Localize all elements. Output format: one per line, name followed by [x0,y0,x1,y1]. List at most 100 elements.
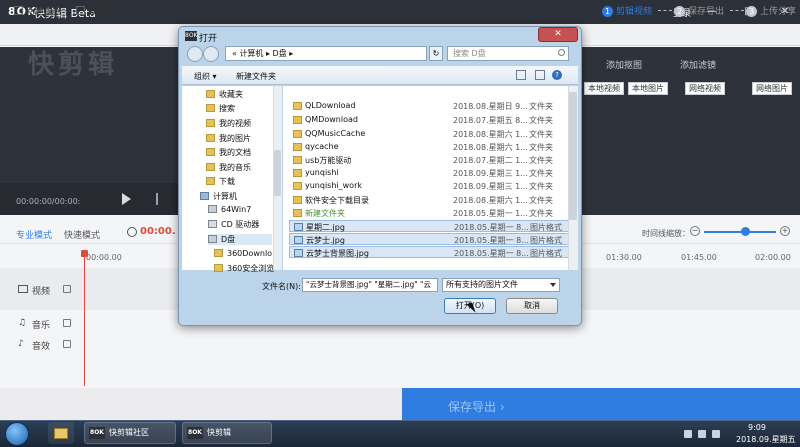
folder-icon [76,6,85,15]
file-row[interactable]: usb万能驱动 2018.07.星期二 1... 文件夹 [289,154,571,166]
online-video-button[interactable]: 网络视频 [685,82,725,95]
chevron-down-icon[interactable] [550,283,556,287]
taskbar-task-community[interactable]: 8OK 快剪辑社区 [84,422,176,444]
file-row[interactable]: QLDownload 2018.08.星期日 9... 文件夹 [289,100,571,112]
file-scrollbar-thumb[interactable] [569,92,577,220]
new-folder-button[interactable]: 新建文件夹 [236,71,276,82]
refresh-icon[interactable]: ↻ [429,46,443,61]
forward-arrow-icon[interactable] [203,46,219,62]
file-row[interactable]: yunqishi_work 2018.09.星期三 1... 文件夹 [289,180,571,192]
tray-network-icon[interactable] [684,430,692,438]
playhead-handle[interactable] [81,250,88,257]
nav-item-my-pictures[interactable]: 我的图片 [206,133,251,144]
clock-date[interactable]: 2018.09.星期五 [736,434,796,445]
nav-item-label: 我的图片 [219,134,251,143]
file-row[interactable]: 软件安全下载目录 2018.08.星期六 1... 文件夹 [289,194,571,206]
tray-volume-icon[interactable] [698,430,706,438]
file-row[interactable]: QQMusicCache 2018.08.星期六 1... 文件夹 [289,128,571,140]
video-track-icon [18,285,28,293]
nav-item-my-music[interactable]: 我的音乐 [206,162,251,173]
file-row[interactable]: yunqishi 2018.09.星期三 1... 文件夹 [289,167,571,179]
play-icon[interactable] [122,193,131,205]
step-edit-video[interactable]: 1 剪辑视频 [602,4,652,17]
view-options-icon[interactable] [516,70,526,80]
next-frame-icon[interactable] [156,193,166,205]
folder-icon [206,90,215,98]
file-type: 文件夹 [529,209,553,218]
add-filter-link[interactable]: 添加滤镜 [680,58,716,71]
search-input[interactable]: 搜索 D盘 [447,46,569,61]
address-bar[interactable]: « 计算机 ▸ D盘 ▸ [225,46,427,61]
organize-menu[interactable]: 组织 ▾ [194,71,217,82]
back-arrow-icon[interactable] [187,46,203,62]
add-cutout-link[interactable]: 添加抠图 [606,58,642,71]
zoom-slider-handle[interactable] [741,227,750,236]
app-icon: 8OK [187,427,203,439]
sfx-track[interactable] [0,334,800,352]
preview-pane-icon[interactable] [535,70,545,80]
step-number: 3 [746,6,757,17]
ruler-tick: 01:30.00 [606,253,642,262]
volume-icon[interactable] [63,340,71,348]
local-video-button[interactable]: 本地视频 [584,82,624,95]
nav-item-favorites[interactable]: 收藏夹 [206,89,243,100]
dialog-close-button[interactable]: ✕ [538,27,578,42]
folder-icon [206,177,215,185]
playhead[interactable] [84,252,85,386]
step-number: 2 [674,6,685,17]
clock-time[interactable]: 9:09 [748,423,766,432]
nav-scrollbar-thumb[interactable] [274,150,281,196]
file-type: 文件夹 [529,182,553,191]
file-row-selected[interactable]: 云梦士背景图.jpg 2018.05.星期一 8... 图片格式 [289,246,571,258]
file-row[interactable]: qycache 2018.08.星期六 1... 文件夹 [289,141,571,153]
local-image-button[interactable]: 本地图片 [628,82,668,95]
tray-flag-icon[interactable] [712,430,720,438]
taskbar-task-editor[interactable]: 8OK 快剪辑 [182,422,272,444]
timecode: 00:00. [140,226,176,237]
pro-mode-tab[interactable]: 专业模式 [16,228,52,241]
step-upload-share[interactable]: 3 上传分享 [746,4,796,17]
nav-item-drive-c[interactable]: 64Win7 [208,205,251,214]
nav-item-cd-drive[interactable]: CD 驱动器 [208,219,259,230]
nav-item-search[interactable]: 搜索 [206,103,235,114]
nav-item-my-documents[interactable]: 我的文档 [206,147,251,158]
my-projects-button[interactable]: 我的项目 [76,4,124,17]
fast-mode-tab[interactable]: 快速模式 [64,228,100,241]
search-icon[interactable] [558,49,565,56]
file-row[interactable]: QMDownload 2018.07.星期五 8... 文件夹 [289,114,571,126]
filename-input[interactable]: "云梦士背景图.jpg" "星期二.jpg" "云 [302,278,438,292]
file-date: 2018.05.星期一 8... [454,249,529,258]
file-row-selected[interactable]: 星期二.jpg 2018.05.星期一 8... 图片格式 [289,220,571,232]
file-row-selected[interactable]: 云梦士.jpg 2018.05.星期一 8... 图片格式 [289,233,571,245]
file-name: QQMusicCache [305,129,366,138]
drive-icon [208,205,217,213]
volume-icon[interactable] [63,319,71,327]
nav-item-360download[interactable]: 360Downlo [214,249,272,258]
folder-icon [293,156,302,164]
online-image-button[interactable]: 网络图片 [752,82,792,95]
nav-item-my-videos[interactable]: 我的视频 [206,118,251,129]
zoom-in-icon[interactable]: + [780,226,790,236]
file-name: 新建文件夹 [305,209,345,218]
nav-item-360browser[interactable]: 360安全浏览 [214,263,274,274]
nav-item-label: CD 驱动器 [221,220,260,229]
start-button-icon[interactable] [5,422,29,446]
folder-icon [214,264,223,272]
zoom-slider[interactable] [704,231,776,233]
clock-icon [127,227,137,237]
help-icon[interactable]: ? [552,70,562,80]
cancel-button[interactable]: 取消 [506,298,558,314]
video-track-label: 视频 [32,287,51,297]
file-date: 2018.09.星期三 1... [453,182,528,191]
new-project-button[interactable]: 新建项目 [14,4,62,17]
filetype-select[interactable]: 所有支持的图片文件 [442,278,560,292]
zoom-out-icon[interactable]: − [690,226,700,236]
image-file-icon [294,236,303,244]
nav-item-downloads[interactable]: 下载 [206,176,235,187]
nav-item-drive-d[interactable]: D盘 [208,234,272,245]
volume-icon[interactable] [63,285,71,293]
file-row[interactable]: 新建文件夹 2018.05.星期一 1... 文件夹 [289,207,571,219]
nav-item-computer[interactable]: 计算机 [200,191,237,202]
file-name: usb万能驱动 [305,156,352,165]
step-save-export[interactable]: 2 保存导出 [674,4,724,17]
